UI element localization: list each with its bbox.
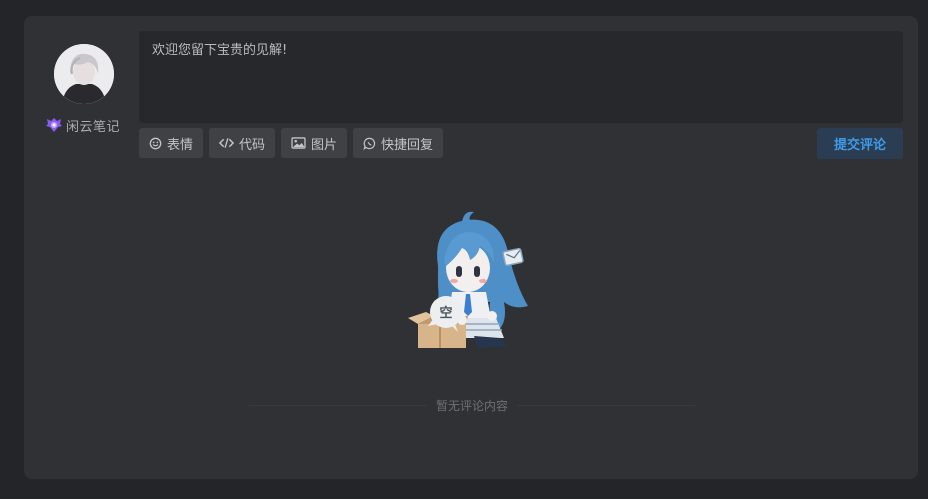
speech-bubble-text: 空 bbox=[439, 305, 452, 321]
avatar-image bbox=[54, 44, 114, 104]
empty-state-illustration: 空 bbox=[404, 206, 539, 355]
emoji-button-label: 表情 bbox=[167, 137, 194, 153]
empty-divider-right bbox=[518, 404, 696, 406]
smiley-icon bbox=[149, 137, 162, 149]
code-button[interactable]: 代码 bbox=[209, 128, 276, 158]
quick-reply-button-label: 快捷回复 bbox=[381, 137, 434, 153]
submit-comment-button[interactable]: 提交评论 bbox=[817, 128, 903, 159]
empty-state: 暂无评论内容 bbox=[249, 396, 696, 414]
quick-reply-button[interactable]: 快捷回复 bbox=[353, 128, 444, 158]
image-icon bbox=[291, 137, 306, 149]
user-name: 闲云笔记 bbox=[66, 119, 121, 135]
user-info: 闲云笔记 bbox=[45, 116, 121, 135]
level-badge-icon bbox=[46, 118, 62, 132]
image-button-label: 图片 bbox=[311, 137, 338, 153]
comment-input[interactable]: 欢迎您留下宝贵的见解! bbox=[139, 31, 903, 123]
submit-comment-label: 提交评论 bbox=[833, 138, 886, 153]
comment-toolbar: 表情 代码 图片 快捷回复 bbox=[139, 128, 444, 158]
code-button-label: 代码 bbox=[239, 137, 266, 153]
chat-bubble-icon bbox=[363, 137, 376, 150]
avatar[interactable] bbox=[54, 44, 114, 104]
code-icon bbox=[219, 138, 235, 148]
empty-divider-left bbox=[249, 404, 426, 406]
image-button[interactable]: 图片 bbox=[281, 128, 348, 158]
speech-bubble-icon: 空 bbox=[430, 296, 462, 332]
empty-state-message: 暂无评论内容 bbox=[436, 398, 509, 413]
comment-panel: 闲云笔记 欢迎您留下宝贵的见解! 表情 代码 图片 快捷回复 提交评论 空 暂无… bbox=[24, 16, 918, 479]
comment-input-placeholder: 欢迎您留下宝贵的见解! bbox=[152, 43, 288, 58]
emoji-button[interactable]: 表情 bbox=[139, 128, 204, 158]
